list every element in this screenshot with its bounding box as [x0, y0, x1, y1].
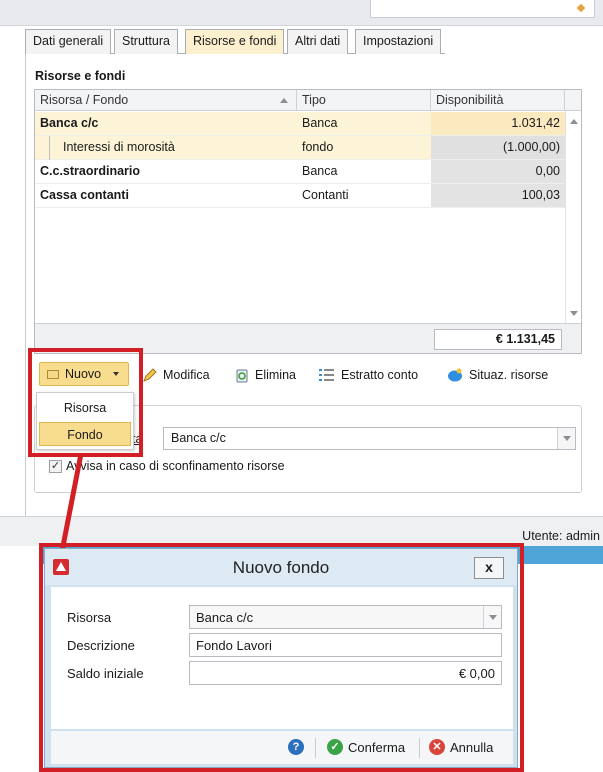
table-row[interactable]: Banca c/c Banca 1.031,42: [35, 112, 565, 136]
tab-label: Impostazioni: [363, 34, 434, 48]
modifica-button[interactable]: Modifica: [142, 365, 210, 385]
pencil-icon: [143, 368, 157, 382]
column-header-disponibilita[interactable]: Disponibilità: [431, 90, 565, 111]
section-title: Risorse e fondi: [35, 69, 126, 83]
sconfinamento-checkbox[interactable]: ✓: [49, 460, 62, 473]
sconfinamento-checkbox-label: Avvisa in caso di sconfinamento risorse: [66, 459, 285, 473]
tab-label: Altri dati: [295, 34, 341, 48]
cell-amount: 1.031,42: [431, 112, 565, 136]
recycle-bin-icon: [236, 369, 248, 383]
chevron-down-icon: [563, 436, 571, 441]
highlight-box-nuovo: [28, 348, 143, 457]
tab-impostazioni[interactable]: Impostazioni: [355, 29, 442, 54]
tree-line: [49, 136, 50, 160]
tab-struttura[interactable]: Struttura: [114, 29, 178, 54]
elimina-label: Elimina: [255, 368, 296, 382]
risorsa-combo-value: Banca c/c: [171, 431, 226, 445]
tab-dati-generali[interactable]: Dati generali: [25, 29, 112, 54]
tab-label: Dati generali: [33, 34, 104, 48]
situaz-risorse-label: Situaz. risorse: [469, 368, 549, 382]
column-header-label: Tipo: [302, 93, 326, 107]
tab-risorse-e-fondi[interactable]: Risorse e fondi: [185, 29, 285, 55]
cell-type: Banca: [297, 160, 431, 184]
cell-amount: 100,03: [431, 184, 565, 208]
cell-name: Interessi di morosità: [35, 136, 297, 160]
column-header-tipo[interactable]: Tipo: [297, 90, 431, 111]
column-header-label: Disponibilità: [436, 93, 504, 107]
scroll-up-icon[interactable]: [570, 119, 578, 124]
tab-altri-dati[interactable]: Altri dati: [287, 29, 349, 54]
total-value: € 1.131,45: [434, 329, 562, 350]
elimina-button[interactable]: Elimina: [234, 365, 296, 385]
estratto-conto-button[interactable]: Estratto conto: [318, 365, 418, 385]
column-header-label: Risorsa / Fondo: [40, 93, 129, 107]
piggy-bank-icon: [448, 368, 462, 382]
user-status: Utente: admin: [522, 529, 600, 543]
table-row[interactable]: Cassa contanti Contanti 100,03: [35, 184, 565, 208]
resources-grid: Risorsa / Fondo Tipo Disponibilità Banca…: [34, 89, 582, 354]
table-row[interactable]: C.c.straordinario Banca 0,00: [35, 160, 565, 184]
cell-name: C.c.straordinario: [35, 160, 297, 184]
scroll-down-icon[interactable]: [570, 311, 578, 316]
situaz-risorse-button[interactable]: Situaz. risorse: [446, 365, 548, 385]
cell-amount: 0,00: [431, 160, 565, 184]
cell-amount: (1.000,00): [431, 136, 565, 160]
risorsa-combo[interactable]: Banca c/c: [163, 427, 576, 450]
cell-type: Banca: [297, 112, 431, 136]
vertical-scrollbar[interactable]: [565, 111, 581, 323]
status-bar: Utente: admin: [0, 516, 603, 546]
cell-name: Cassa contanti: [35, 184, 297, 208]
tab-label: Struttura: [122, 34, 170, 48]
modifica-label: Modifica: [163, 368, 210, 382]
combo-dropdown-button[interactable]: [557, 428, 575, 449]
column-header-spacer: [565, 90, 581, 111]
sort-ascending-icon: [280, 98, 288, 103]
tab-label: Risorse e fondi: [193, 34, 277, 48]
list-icon: [319, 369, 334, 381]
cell-name: Banca c/c: [35, 112, 297, 136]
estratto-conto-label: Estratto conto: [341, 368, 419, 382]
tab-bar: Dati generali Struttura Risorse e fondi …: [25, 29, 445, 55]
table-row[interactable]: Interessi di morosità fondo (1.000,00): [35, 136, 565, 160]
column-header-risorsa[interactable]: Risorsa / Fondo: [35, 90, 297, 111]
top-field[interactable]: [370, 0, 595, 18]
highlight-box-dialog: [39, 543, 524, 772]
cell-type: fondo: [297, 136, 431, 160]
cell-type: Contanti: [297, 184, 431, 208]
